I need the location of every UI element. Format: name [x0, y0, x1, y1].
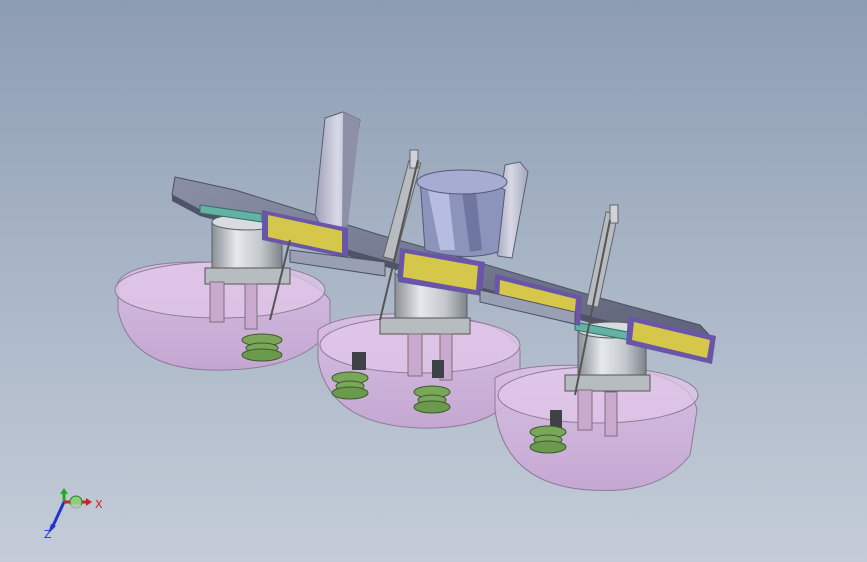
- center-housing: [416, 169, 508, 258]
- assembly-model-graphic[interactable]: [0, 0, 867, 562]
- coordinate-triad[interactable]: X Z: [38, 488, 118, 548]
- suction-cup-1: [241, 333, 283, 362]
- vertical-bracket-left: [314, 111, 361, 229]
- axis-x-label: X: [95, 498, 103, 511]
- axis-z-label: Z: [44, 528, 52, 541]
- cad-viewport[interactable]: X Z: [0, 0, 867, 562]
